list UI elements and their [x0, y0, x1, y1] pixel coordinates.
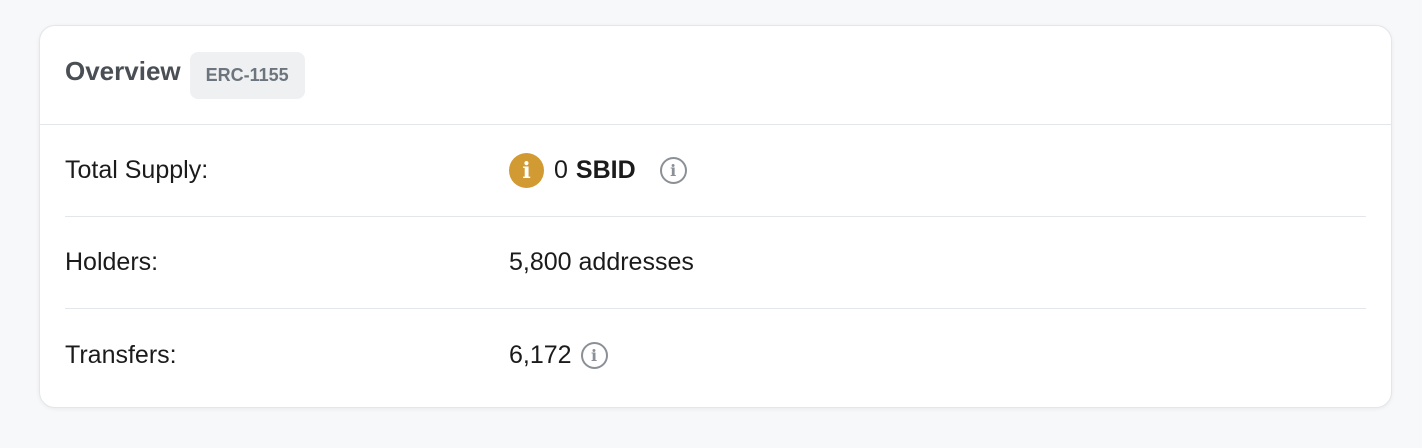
- holders-label: Holders:: [65, 248, 159, 276]
- row-transfers: Transfers: 6,172 i: [65, 309, 1366, 401]
- info-icon[interactable]: i: [659, 157, 687, 184]
- token-standard-badge: ERC-1155: [189, 51, 305, 99]
- overview-card: Overview ERC-1155 Total Supply: i 0 SBID…: [39, 25, 1392, 408]
- total-supply-label: Total Supply:: [65, 156, 209, 184]
- transfers-value: 6,172: [509, 340, 572, 369]
- row-total-supply: Total Supply: i 0 SBID i: [65, 125, 1366, 217]
- transfers-value-container: 6,172 i: [509, 341, 608, 370]
- token-symbol: SBID: [575, 156, 636, 184]
- total-supply-value: i 0 SBID i: [509, 153, 687, 188]
- token-icon: i: [509, 153, 544, 188]
- card-header: Overview ERC-1155: [40, 26, 1391, 125]
- card-title: Overview: [65, 55, 181, 86]
- overview-rows: Total Supply: i 0 SBID i Holders: 5,800 …: [40, 125, 1391, 401]
- row-holders: Holders: 5,800 addresses: [65, 217, 1366, 309]
- total-supply-amount: 0: [554, 156, 568, 184]
- info-icon[interactable]: i: [580, 341, 608, 369]
- transfers-label: Transfers:: [65, 340, 177, 369]
- holders-value: 5,800 addresses: [509, 248, 694, 276]
